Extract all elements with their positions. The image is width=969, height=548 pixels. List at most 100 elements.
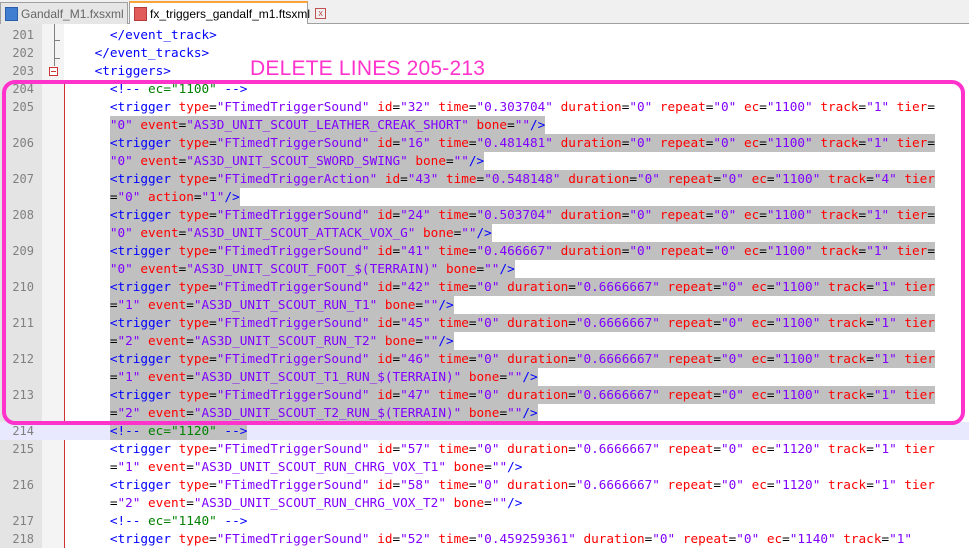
code-text: <!-- ec="1140" --> — [110, 512, 248, 530]
code-text: ="2" event="AS3D_UNIT_SCOUT_RUN_CHRG_VOX… — [110, 494, 523, 512]
syntax-token: id — [377, 477, 393, 492]
delete-lines-annotation: DELETE LINES 205-213 — [250, 57, 486, 80]
syntax-token: "0" — [721, 441, 752, 456]
syntax-token: "" — [491, 495, 508, 510]
syntax-token: = — [484, 495, 492, 510]
syntax-token: "0" — [736, 531, 767, 546]
syntax-token: "1120" — [774, 441, 828, 456]
tab-label: fx_triggers_gandalf_m1.ftsxml — [150, 6, 311, 21]
syntax-token: = — [866, 477, 874, 492]
syntax-token: time — [438, 477, 469, 492]
code-line[interactable]: 217 <!-- ec="1140" --> — [0, 512, 969, 530]
syntax-token: <!-- — [109, 423, 149, 438]
syntax-token: "1120" — [774, 477, 828, 492]
syntax-token: ec — [751, 477, 767, 492]
syntax-token: = — [568, 441, 576, 456]
tab-fx-triggers[interactable]: fx_triggers_gandalf_m1.ftsxml x — [129, 1, 327, 24]
syntax-token: "" — [491, 459, 508, 474]
syntax-token: "0" — [721, 477, 752, 492]
syntax-token: event — [148, 495, 187, 510]
syntax-token: ec — [766, 531, 783, 546]
syntax-token: track — [827, 441, 867, 456]
syntax-token: duration — [507, 477, 569, 492]
syntax-token: = — [766, 441, 775, 456]
line-number: 215 — [12, 442, 34, 456]
syntax-token: </event_tracks> — [94, 45, 210, 60]
code-line[interactable]: 216 <trigger type="FTimedTriggerSound" i… — [0, 476, 969, 494]
line-number: 218 — [12, 532, 34, 546]
syntax-token: = — [392, 477, 401, 492]
syntax-token: tier — [904, 477, 935, 492]
code-text: ="1" event="AS3D_UNIT_SCOUT_RUN_CHRG_VOX… — [110, 458, 523, 476]
syntax-token: "1" — [873, 477, 905, 492]
code-line[interactable]: ="2" event="AS3D_UNIT_SCOUT_RUN_CHRG_VOX… — [0, 494, 969, 512]
line-number: 216 — [12, 478, 34, 492]
syntax-token: = — [766, 477, 775, 492]
syntax-token: <!-- — [109, 513, 149, 528]
code-line[interactable]: 218 <trigger type="FTimedTriggerSound" i… — [0, 530, 969, 548]
syntax-token: = — [866, 441, 874, 456]
syntax-token: id — [377, 531, 393, 546]
syntax-token: --> — [216, 423, 248, 438]
syntax-token: = — [186, 495, 194, 510]
tab-bar: Gandalf_M1.fxsxml x fx_triggers_gandalf_… — [0, 0, 969, 24]
line-number: 217 — [12, 514, 34, 528]
syntax-token: --> — [216, 513, 248, 528]
code-text: <trigger type="FTimedTriggerSound" id="5… — [110, 530, 912, 548]
code-text: </event_tracks> — [95, 44, 210, 62]
syntax-token: "0.6666667" — [575, 441, 668, 456]
syntax-token: "1" — [117, 459, 149, 474]
code-line[interactable]: ="1" event="AS3D_UNIT_SCOUT_RUN_CHRG_VOX… — [0, 458, 969, 476]
code-text: <trigger type="FTimedTriggerSound" id="5… — [110, 440, 935, 458]
syntax-token: "0.459259361" — [476, 531, 584, 546]
xml-file-icon — [5, 6, 18, 21]
syntax-token: repeat — [667, 441, 714, 456]
syntax-token: = — [468, 441, 477, 456]
syntax-token: = — [209, 441, 217, 456]
syntax-token: = — [468, 531, 477, 546]
syntax-token: type — [178, 441, 210, 456]
syntax-token: = — [209, 477, 217, 492]
syntax-token: duration — [507, 441, 569, 456]
line-number: 201 — [12, 28, 34, 42]
line-number: 203 — [12, 64, 34, 78]
syntax-token: "FTimedTriggerSound" — [216, 477, 378, 492]
tab-label: Gandalf_M1.fxsxml — [21, 6, 124, 21]
syntax-token: track — [827, 477, 867, 492]
syntax-token: type — [178, 477, 210, 492]
syntax-token: ec="1140" — [148, 513, 217, 528]
syntax-token: "0" — [476, 441, 508, 456]
syntax-token: /> — [507, 495, 523, 510]
syntax-token: "1" — [889, 531, 913, 546]
syntax-token: = — [484, 459, 492, 474]
syntax-token: <trigger — [109, 477, 179, 492]
code-line[interactable]: 215 <trigger type="FTimedTriggerSound" i… — [0, 440, 969, 458]
syntax-token: "58" — [400, 477, 439, 492]
code-text: <trigger type="FTimedTriggerSound" id="5… — [110, 476, 935, 494]
syntax-token: </event_track> — [109, 27, 217, 42]
syntax-token: bone — [453, 495, 485, 510]
syntax-token: "0.6666667" — [575, 477, 668, 492]
code-text: </event_track> — [110, 26, 217, 44]
close-tab-icon[interactable]: x — [315, 8, 327, 19]
tab-gandalf-m1[interactable]: Gandalf_M1.fxsxml x — [0, 2, 140, 24]
code-text: <triggers> — [95, 62, 171, 80]
syntax-token: id — [377, 441, 393, 456]
syntax-token: /> — [507, 459, 523, 474]
syntax-token: "2" — [117, 495, 149, 510]
code-line[interactable]: 201 </event_track> — [0, 26, 969, 44]
syntax-token: repeat — [667, 477, 714, 492]
syntax-token: = — [713, 477, 722, 492]
syntax-token: "AS3D_UNIT_SCOUT_RUN_CHRG_VOX_T2" — [193, 495, 454, 510]
syntax-token: = — [568, 477, 576, 492]
syntax-token: ec — [751, 441, 767, 456]
syntax-token: "FTimedTriggerSound" — [216, 531, 378, 546]
syntax-token: "FTimedTriggerSound" — [216, 441, 378, 456]
